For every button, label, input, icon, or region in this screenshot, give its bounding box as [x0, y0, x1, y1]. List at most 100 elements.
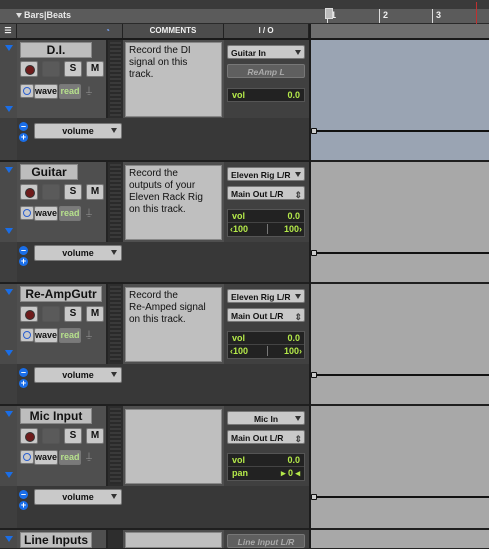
remove-lane-icon[interactable]: –	[19, 246, 28, 255]
automation-edit-lane[interactable]	[311, 242, 489, 282]
remove-lane-icon[interactable]: –	[19, 490, 28, 499]
automation-line[interactable]	[313, 374, 489, 376]
input-monitor-button[interactable]	[20, 206, 34, 220]
output-selector[interactable]: Main Out L/R ⇕	[227, 430, 305, 444]
track-comment[interactable]	[125, 409, 222, 484]
input-selector[interactable]: Line Input L/R	[227, 534, 305, 548]
track-comment[interactable]	[125, 532, 222, 548]
automation-edit-lane[interactable]	[311, 364, 489, 404]
track-edit-lane[interactable]	[311, 40, 489, 118]
track-name[interactable]: Mic Input	[20, 408, 92, 424]
solo-button[interactable]: S	[64, 428, 82, 444]
solo-button[interactable]: S	[64, 184, 82, 200]
automation-mode-button[interactable]: read	[59, 328, 81, 343]
mute-button[interactable]: M	[86, 184, 104, 200]
expand-track-icon[interactable]	[5, 536, 13, 542]
volume-pan-control[interactable]: vol 0.0 ‹100 100›	[227, 209, 305, 237]
automation-breakpoint[interactable]	[311, 494, 317, 500]
record-enable-button[interactable]	[20, 428, 38, 444]
automation-breakpoint[interactable]	[311, 372, 317, 378]
input-selector[interactable]: Mic In	[227, 411, 305, 425]
chevron-down-icon	[295, 294, 301, 299]
automation-edit-lane[interactable]	[311, 118, 489, 160]
bar-tick: 2	[379, 9, 388, 23]
volume-pan-control[interactable]: vol 0.0 ‹100 100›	[227, 331, 305, 359]
playhead-marker[interactable]	[325, 8, 333, 19]
view-selector-button[interactable]: wave	[34, 84, 58, 99]
automation-line[interactable]	[313, 496, 489, 498]
view-selector-button[interactable]: wave	[34, 206, 58, 221]
input-selector[interactable]: Guitar In	[227, 45, 305, 59]
remove-lane-icon[interactable]: –	[19, 122, 28, 131]
input-monitor-button[interactable]	[20, 450, 34, 464]
track-timebase-icon[interactable]: ⍊	[82, 206, 96, 219]
volume-pan-control[interactable]: vol 0.0 pan ▸ 0 ◂	[227, 453, 305, 481]
track-edit-lane[interactable]	[311, 284, 489, 364]
automation-mode-button[interactable]: read	[59, 206, 81, 221]
add-lane-icon[interactable]: +	[19, 133, 28, 142]
expand-automation-icon[interactable]	[5, 228, 13, 234]
output-selector[interactable]: Main Out L/R ⇕	[227, 308, 305, 322]
track-name[interactable]: D.I.	[20, 42, 92, 58]
mute-button[interactable]: M	[86, 61, 104, 77]
expand-automation-icon[interactable]	[5, 350, 13, 356]
chevron-down-icon	[295, 416, 301, 421]
record-enable-button[interactable]	[20, 306, 38, 322]
track-name[interactable]: Guitar	[20, 164, 78, 180]
solo-button[interactable]: S	[64, 306, 82, 322]
record-enable-button[interactable]	[20, 184, 38, 200]
automation-selector[interactable]: volume	[34, 367, 122, 383]
automation-mode-button[interactable]: read	[59, 450, 81, 465]
track-timebase-icon[interactable]: ⍊	[82, 450, 96, 463]
automation-breakpoint[interactable]	[311, 128, 317, 134]
mute-button[interactable]: M	[86, 306, 104, 322]
track-edit-lane[interactable]	[311, 530, 489, 548]
automation-edit-lane[interactable]	[311, 486, 489, 528]
solo-button[interactable]: S	[64, 61, 82, 77]
automation-mode-button[interactable]: read	[59, 84, 81, 99]
view-selector-button[interactable]: wave	[34, 328, 58, 343]
automation-breakpoint[interactable]	[311, 250, 317, 256]
automation-line[interactable]	[313, 252, 489, 254]
track-name[interactable]: Line Inputs	[20, 532, 92, 548]
automation-line[interactable]	[313, 130, 489, 132]
track-comment[interactable]: Record the Re-Amped signal on this track…	[125, 287, 222, 362]
input-selector[interactable]: Eleven Rig L/R	[227, 289, 305, 303]
track-timebase-icon[interactable]: ⍊	[82, 328, 96, 341]
track-edit-lane[interactable]	[311, 406, 489, 486]
track-comment[interactable]: Record the outputs of your Eleven Rack R…	[125, 165, 222, 240]
output-selector[interactable]: ReAmp L	[227, 64, 305, 78]
input-monitor-button[interactable]	[20, 328, 34, 342]
track-name[interactable]: Re-AmpGutr	[20, 286, 102, 302]
meter-scale	[110, 408, 121, 484]
expand-track-icon[interactable]	[5, 411, 13, 417]
automation-selector[interactable]: volume	[34, 489, 122, 505]
pane-divider[interactable]	[309, 24, 311, 548]
track-edit-lane[interactable]	[311, 162, 489, 242]
expand-track-icon[interactable]	[5, 45, 13, 51]
automation-selector[interactable]: volume	[34, 245, 122, 261]
clock-icon[interactable]: ◔	[105, 24, 110, 38]
timeline-ruler[interactable]: Bars|Beats	[0, 9, 489, 24]
add-lane-icon[interactable]: +	[19, 501, 28, 510]
expand-track-icon[interactable]	[5, 289, 13, 295]
remove-lane-icon[interactable]: –	[19, 368, 28, 377]
view-selector-button[interactable]: wave	[34, 450, 58, 465]
track-comment[interactable]: Record the DI signal on this track.	[125, 42, 222, 117]
volume-control[interactable]: vol 0.0	[227, 88, 305, 102]
expand-track-icon[interactable]	[5, 167, 13, 173]
blank-button	[42, 306, 60, 322]
input-selector[interactable]: Eleven Rig L/R	[227, 167, 305, 181]
add-lane-icon[interactable]: +	[19, 257, 28, 266]
add-lane-icon[interactable]: +	[19, 379, 28, 388]
track-timebase-icon[interactable]: ⍊	[82, 84, 96, 97]
record-enable-button[interactable]	[20, 61, 38, 77]
expand-automation-icon[interactable]	[5, 106, 13, 112]
mute-button[interactable]: M	[86, 428, 104, 444]
input-monitor-button[interactable]	[20, 84, 34, 98]
tracklist-menu-icon[interactable]: ☰	[0, 24, 17, 38]
output-selector[interactable]: Main Out L/R ⇕	[227, 186, 305, 200]
automation-selector[interactable]: volume	[34, 123, 122, 139]
expand-automation-icon[interactable]	[5, 472, 13, 478]
ruler-expand-icon[interactable]	[16, 13, 22, 18]
